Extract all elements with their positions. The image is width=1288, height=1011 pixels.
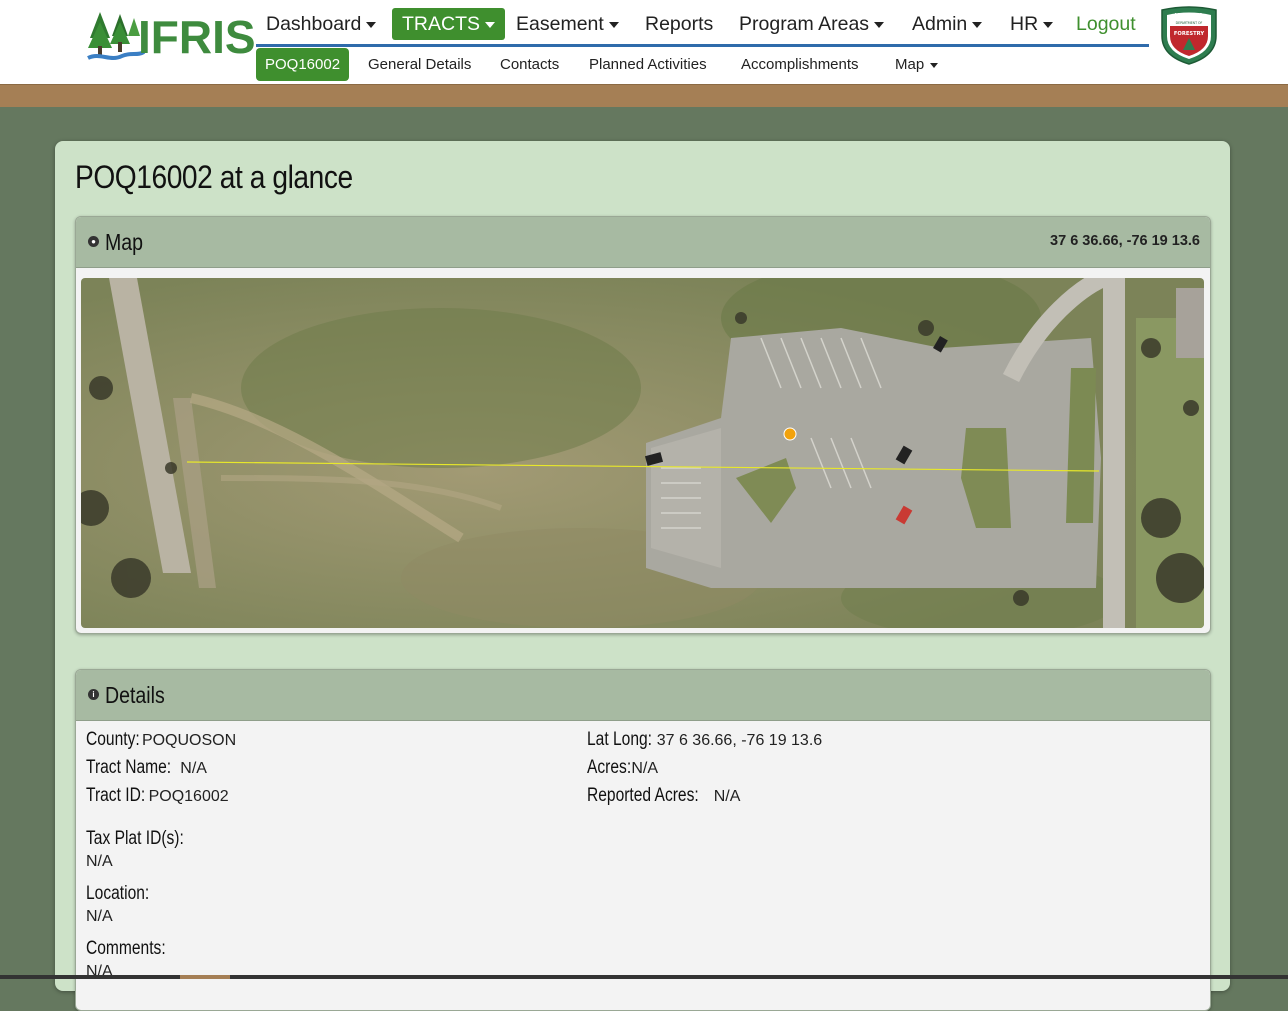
detail-value: 37 6 36.66, -76 19 13.6	[656, 732, 823, 749]
subnav-planned-activities[interactable]: Planned Activities	[589, 48, 707, 81]
satellite-map[interactable]	[81, 278, 1204, 628]
vdof-seal-logo: VIRGINIA DEPARTMENT OF FORESTRY	[1158, 6, 1220, 66]
subnav-map-label: Map	[895, 56, 925, 73]
nav-admin[interactable]: Admin	[912, 8, 983, 40]
detail-acres: Acres: N/A	[587, 757, 658, 779]
detail-tax-plat-label: Tax Plat ID(s):	[86, 828, 184, 849]
tree-logo-icon	[87, 12, 146, 60]
nav-easement[interactable]: Easement	[516, 8, 619, 40]
map-panel: ● Map 37 6 36.66, -76 19 13.6	[75, 216, 1211, 634]
nav-hr-label: HR	[1010, 13, 1039, 35]
detail-tract-id: Tract ID: POQ16002	[86, 785, 229, 807]
detail-county: County: POQUOSON	[86, 729, 236, 751]
nav-tracts[interactable]: TRACTS	[392, 8, 505, 40]
detail-label: Tract ID:	[86, 785, 146, 806]
subnav-contacts[interactable]: Contacts	[500, 48, 559, 81]
caret-down-icon	[485, 21, 495, 28]
subnav-planned-activities-label: Planned Activities	[589, 56, 707, 73]
details-panel-title: Details	[105, 682, 165, 708]
map-coordinates: 37 6 36.66, -76 19 13.6	[1050, 233, 1200, 249]
caret-down-icon	[366, 21, 377, 28]
caret-down-icon	[1043, 21, 1054, 28]
nav-logout-label: Logout	[1076, 13, 1136, 35]
header-divider-bar	[0, 84, 1288, 107]
detail-value: N/A	[180, 760, 207, 777]
detail-label: Acres:	[587, 757, 632, 778]
detail-label: Tract Name:	[86, 757, 172, 778]
top-navbar: IFRIS Dashboard TRACTS Easement Reports …	[0, 0, 1288, 84]
nav-program-areas[interactable]: Program Areas	[739, 8, 885, 40]
satellite-map-image[interactable]	[81, 278, 1204, 628]
tract-glance-card: POQ16002 at a glance ● Map 37 6 36.66, -…	[55, 141, 1230, 1011]
detail-reported-acres: Reported Acres: N/A	[587, 785, 740, 807]
detail-comments-label: Comments:	[86, 938, 166, 959]
caret-down-icon	[608, 21, 619, 28]
subnav-tract-id-label: POQ16002	[265, 56, 341, 73]
map-panel-title: Map	[105, 229, 144, 255]
nav-easement-label: Easement	[516, 13, 604, 35]
details-panel-header: i Details	[76, 670, 1210, 721]
subnav-general-details-label: General Details	[368, 56, 472, 73]
taskbar-strip	[0, 975, 1288, 979]
nav-tracts-label: TRACTS	[402, 13, 480, 35]
detail-tax-plat-value: N/A	[86, 853, 113, 870]
nav-reports-label: Reports	[645, 13, 714, 35]
info-icon: i	[88, 689, 99, 700]
seal-top-text: VIRGINIA	[1175, 13, 1204, 19]
nav-admin-label: Admin	[912, 13, 968, 35]
subnav-map[interactable]: Map	[895, 48, 939, 81]
nav-hr[interactable]: HR	[1010, 8, 1054, 40]
seal-bottom-text: FORESTRY	[1174, 31, 1204, 37]
shield-seal-icon: VIRGINIA DEPARTMENT OF FORESTRY	[1161, 6, 1217, 65]
detail-value: N/A	[713, 788, 741, 805]
subnav-contacts-label: Contacts	[500, 56, 560, 73]
page-title: POQ16002 at a glance	[75, 159, 353, 195]
ifris-logo[interactable]: IFRIS	[86, 8, 256, 64]
detail-label: County:	[86, 729, 140, 750]
details-panel: i Details County: POQUOSON Tract Name: N…	[75, 669, 1211, 1011]
nav-program-areas-label: Program Areas	[739, 13, 870, 35]
nav-reports[interactable]: Reports	[645, 8, 713, 40]
caret-down-icon	[874, 21, 885, 28]
nav-dashboard-label: Dashboard	[266, 13, 362, 35]
detail-location-label: Location:	[86, 883, 150, 904]
detail-lat-long: Lat Long: 37 6 36.66, -76 19 13.6	[587, 729, 822, 751]
subnav-tract-id[interactable]: POQ16002	[256, 48, 350, 81]
map-panel-header: ● Map 37 6 36.66, -76 19 13.6	[76, 217, 1210, 268]
subnav-accomplishments-label: Accomplishments	[741, 56, 859, 73]
caret-down-icon	[930, 62, 939, 68]
caret-down-icon	[972, 21, 983, 28]
detail-label: Reported Acres:	[587, 785, 699, 806]
detail-location-value: N/A	[86, 908, 113, 925]
detail-value: N/A	[631, 760, 658, 777]
subnav-accomplishments[interactable]: Accomplishments	[741, 48, 859, 81]
logo-wordmark: IFRIS	[138, 11, 256, 63]
nav-dashboard[interactable]: Dashboard	[266, 8, 377, 40]
taskbar-tab	[180, 975, 230, 979]
main-nav: Dashboard TRACTS Easement Reports Progra…	[256, 0, 1149, 47]
detail-value: POQUOSON	[141, 732, 237, 749]
detail-label: Lat Long:	[587, 729, 652, 750]
globe-icon: ●	[88, 236, 99, 247]
detail-value: POQ16002	[148, 788, 229, 805]
detail-tract-name: Tract Name: N/A	[86, 757, 207, 779]
subnav-general-details[interactable]: General Details	[368, 48, 471, 81]
seal-middle-text: DEPARTMENT OF	[1176, 21, 1203, 25]
tract-location-marker[interactable]	[783, 427, 797, 441]
nav-logout[interactable]: Logout	[1076, 8, 1136, 40]
